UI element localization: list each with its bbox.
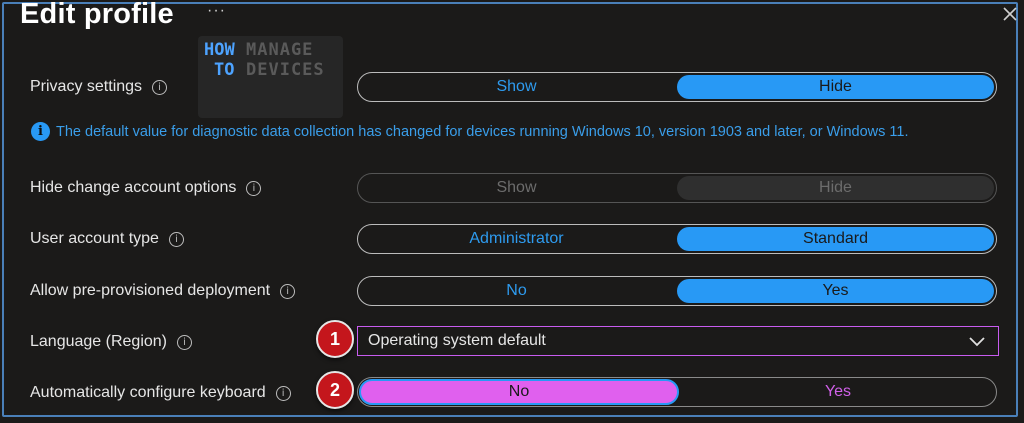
info-banner: i The default value for diagnostic data … <box>31 122 909 141</box>
info-circle-icon: i <box>31 122 50 141</box>
info-icon[interactable]: i <box>280 283 296 299</box>
info-icon[interactable]: i <box>275 385 291 401</box>
hide-change-account-show-option: Show <box>496 179 537 196</box>
callout-badge-2: 2 <box>316 371 354 409</box>
callout-badge-1: 1 <box>316 320 354 358</box>
hide-change-account-label: Hide change account options i <box>30 179 262 197</box>
info-icon[interactable]: i <box>168 231 184 247</box>
hide-change-account-toggle: Show Hide <box>357 173 997 203</box>
configure-keyboard-toggle[interactable]: No Yes <box>357 377 997 407</box>
privacy-settings-toggle[interactable]: Show Hide <box>357 72 997 102</box>
pre-provisioned-toggle[interactable]: No Yes <box>357 276 997 306</box>
language-region-value: Operating system default <box>368 332 546 349</box>
privacy-settings-label: Privacy settings i <box>30 78 168 96</box>
info-icon[interactable]: i <box>152 79 168 95</box>
language-region-dropdown[interactable]: Operating system default <box>357 326 999 356</box>
configure-keyboard-label: Automatically configure keyboard i <box>30 384 291 402</box>
language-region-label: Language (Region) i <box>30 333 192 351</box>
privacy-show-option[interactable]: Show <box>358 73 675 101</box>
user-account-type-label: User account type i <box>30 230 184 248</box>
hide-change-account-hide-option: Hide <box>677 176 994 200</box>
user-account-type-toggle[interactable]: Administrator Standard <box>357 224 997 254</box>
standard-option[interactable]: Standard <box>677 227 994 251</box>
close-icon[interactable] <box>1001 5 1019 23</box>
info-banner-text: The default value for diagnostic data co… <box>56 123 909 140</box>
privacy-hide-option[interactable]: Hide <box>677 75 994 99</box>
info-icon[interactable]: i <box>246 180 262 196</box>
configure-keyboard-no-option[interactable]: No <box>359 379 679 405</box>
info-icon[interactable]: i <box>177 334 192 350</box>
watermark-logo: HOW MANAGE TO DEVICES <box>198 36 343 118</box>
chevron-down-icon <box>969 337 985 347</box>
pre-provisioned-yes-option[interactable]: Yes <box>677 279 994 303</box>
more-options-button[interactable]: ··· <box>207 2 226 20</box>
pre-provisioned-no-option[interactable]: No <box>358 277 675 305</box>
administrator-option[interactable]: Administrator <box>358 225 675 253</box>
page-title: Edit profile <box>20 0 174 30</box>
pre-provisioned-label: Allow pre-provisioned deployment i <box>30 282 296 300</box>
configure-keyboard-yes-option[interactable]: Yes <box>680 378 996 406</box>
